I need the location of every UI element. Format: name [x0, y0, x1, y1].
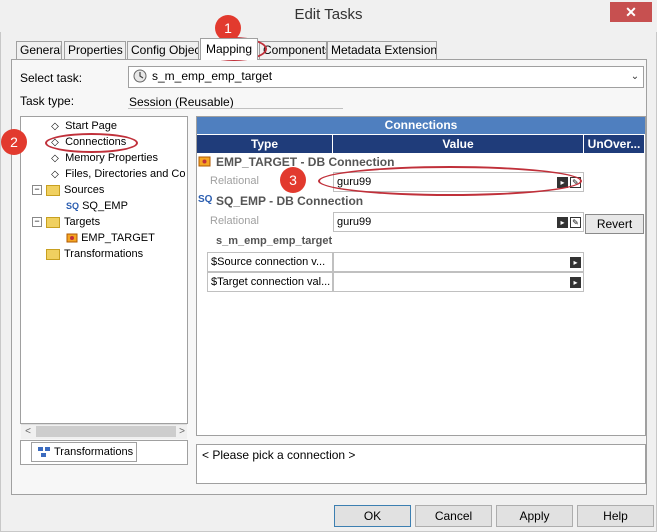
- folder-icon: [46, 216, 60, 228]
- tree-item-label: Sources: [64, 184, 105, 196]
- chevron-down-icon[interactable]: ⌄: [628, 68, 642, 86]
- folder-icon: [46, 248, 60, 260]
- scroll-left-icon[interactable]: <: [22, 424, 34, 439]
- task-type-label: Task type:: [20, 94, 75, 108]
- connection-value-field[interactable]: guru99: [333, 212, 584, 232]
- sq-icon: SQ: [198, 194, 213, 205]
- param-value-field[interactable]: [333, 252, 584, 272]
- task-type-value: Session (Reusable): [129, 95, 234, 109]
- column-header-type[interactable]: Type: [197, 135, 333, 153]
- param-value-field[interactable]: [333, 272, 584, 292]
- cancel-button[interactable]: Cancel: [415, 505, 492, 527]
- message-text: < Please pick a connection >: [202, 448, 356, 462]
- column-header-unoverride[interactable]: UnOver...: [584, 135, 645, 153]
- tree-item-label: Files, Directories and Commands: [65, 168, 186, 180]
- help-button[interactable]: Help: [577, 505, 654, 527]
- browse-icon[interactable]: ▸: [570, 277, 581, 288]
- tree-item-label: SQ_EMP: [82, 200, 128, 212]
- callout-ellipse-connections: [45, 133, 138, 153]
- close-button[interactable]: ✕: [610, 2, 652, 22]
- tab-label: Transformations: [54, 446, 134, 458]
- tree-item-label: Memory Properties: [65, 152, 158, 164]
- collapse-icon[interactable]: −: [32, 217, 42, 228]
- tab-config-object[interactable]: Config Object: [127, 41, 199, 59]
- tree-item-transformations[interactable]: Transformations: [46, 246, 143, 262]
- connection-type: Relational: [207, 212, 333, 232]
- tab-components[interactable]: Components: [259, 41, 327, 59]
- callout-badge-2: 2: [1, 129, 27, 155]
- sq-icon: SQ: [66, 201, 80, 211]
- tree-item-emp-target[interactable]: EMP_TARGET: [66, 230, 155, 246]
- tab-transformations[interactable]: Transformations: [31, 442, 137, 462]
- target-icon: [198, 156, 211, 167]
- task-select-value: s_m_emp_emp_target: [152, 69, 273, 83]
- browse-icon[interactable]: ▸: [557, 217, 568, 228]
- revert-button[interactable]: Revert: [585, 214, 644, 234]
- ok-button[interactable]: OK: [334, 505, 411, 527]
- tab-properties[interactable]: Properties: [64, 41, 126, 59]
- tree-item-start-page[interactable]: ◇ Start Page: [48, 118, 117, 134]
- tree-item-label: Targets: [64, 216, 101, 228]
- tree-item-label: EMP_TARGET: [81, 232, 155, 244]
- session-icon: [133, 69, 147, 83]
- tab-mapping[interactable]: Mapping: [200, 38, 258, 60]
- callout-badge-3: 3: [280, 167, 306, 193]
- group-title: s_m_emp_emp_target: [216, 235, 333, 247]
- tree-item-label: Start Page: [65, 120, 118, 132]
- scroll-right-icon[interactable]: >: [176, 424, 188, 439]
- connection-value: guru99: [337, 216, 372, 228]
- tab-metadata-extensions[interactable]: Metadata Extensions: [327, 41, 437, 59]
- target-icon: [66, 233, 78, 243]
- apply-button[interactable]: Apply: [496, 505, 573, 527]
- param-label: $Source connection v...: [207, 252, 333, 272]
- tree-item-files-directories[interactable]: ◇ Files, Directories and Commands: [48, 166, 186, 182]
- collapse-icon[interactable]: −: [32, 185, 42, 196]
- section-title: SQ_EMP - DB Connection: [216, 194, 364, 208]
- divider: [128, 108, 343, 109]
- tab-general[interactable]: General: [16, 41, 62, 59]
- select-task-label: Select task:: [20, 71, 83, 85]
- diamond-icon: ◇: [51, 153, 59, 164]
- section-title: EMP_TARGET - DB Connection: [216, 155, 395, 169]
- browse-icon[interactable]: ▸: [570, 257, 581, 268]
- connection-type: Relational: [207, 172, 333, 192]
- tree-item-sources[interactable]: − Sources: [32, 182, 104, 198]
- column-header-value[interactable]: Value: [333, 135, 584, 153]
- grid-title: Connections: [197, 117, 645, 134]
- edit-icon[interactable]: ✎: [570, 217, 581, 228]
- tree-item-label: Transformations: [64, 248, 144, 260]
- param-label: $Target connection val...: [207, 272, 333, 292]
- diamond-icon: ◇: [51, 169, 59, 180]
- folder-icon: [46, 184, 60, 196]
- callout-ellipse-value: [318, 166, 582, 196]
- tree-item-targets[interactable]: − Targets: [32, 214, 100, 230]
- scrollbar-thumb[interactable]: [36, 426, 176, 437]
- window-title: Edit Tasks: [294, 6, 363, 23]
- transformations-icon: [38, 447, 50, 458]
- diamond-icon: ◇: [51, 121, 59, 132]
- tree-item-sq-emp[interactable]: SQ SQ_EMP: [66, 198, 128, 214]
